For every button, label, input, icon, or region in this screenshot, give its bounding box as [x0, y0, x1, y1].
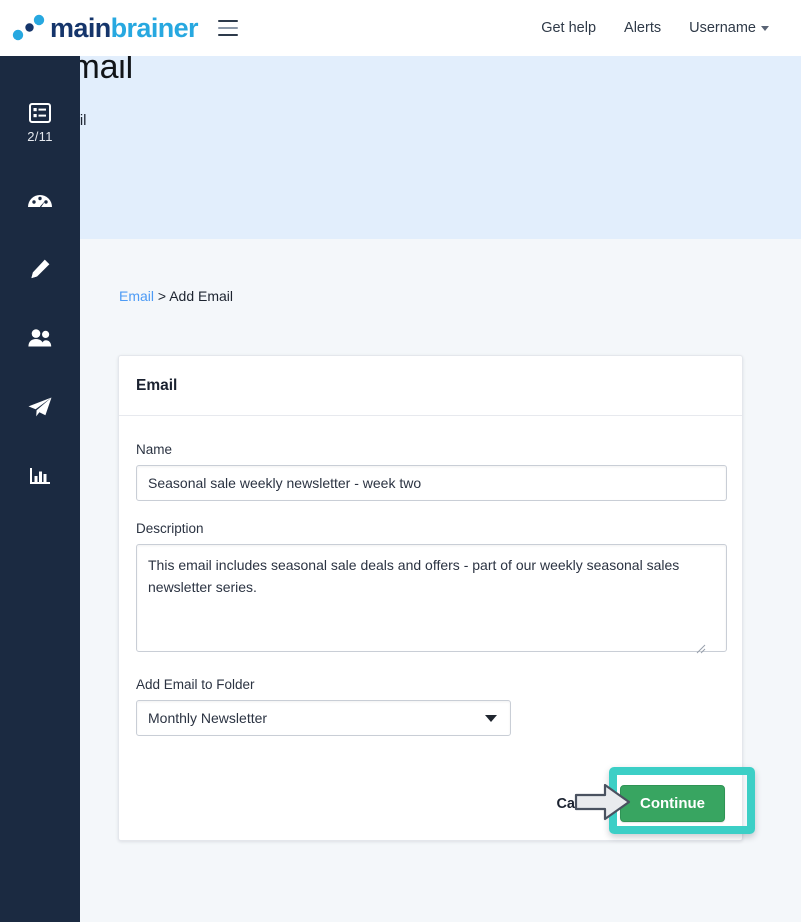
- username-menu-label: Username: [689, 20, 756, 36]
- folder-select-value: Monthly Newsletter: [148, 710, 267, 726]
- breadcrumb-separator-glyph: >: [158, 288, 166, 304]
- chevron-down-icon: [761, 26, 769, 31]
- hamburger-menu-icon[interactable]: [218, 20, 238, 36]
- name-input[interactable]: [136, 465, 727, 501]
- page-header-band: [80, 56, 782, 239]
- card-actions: Cancel Continue: [554, 785, 725, 822]
- cancel-button[interactable]: Cancel: [554, 788, 606, 820]
- pencil-icon: [27, 256, 53, 282]
- sidebar-item-audience[interactable]: [0, 325, 80, 351]
- folder-label: Add Email to Folder: [136, 677, 725, 692]
- breadcrumb: Email > Add Email: [119, 288, 233, 304]
- tasks-count: 2/11: [27, 129, 53, 144]
- hamburger-bar-2: [218, 27, 238, 29]
- continue-button[interactable]: Continue: [620, 785, 725, 822]
- card-header: Email: [119, 356, 742, 416]
- username-menu[interactable]: Username: [675, 14, 783, 42]
- card-body: Name Description This email includes sea…: [119, 416, 742, 736]
- brand-name-dark: main: [50, 13, 111, 43]
- checklist-icon: [27, 100, 53, 126]
- sidebar-item-campaigns[interactable]: [0, 394, 80, 420]
- three-dots-logo-icon: [11, 14, 47, 42]
- paper-plane-icon: [27, 394, 53, 420]
- get-help-link[interactable]: Get help: [527, 14, 610, 42]
- breadcrumb-current-label: Add Email: [169, 288, 233, 304]
- hamburger-bar-1: [218, 20, 238, 22]
- field-name: Name: [136, 442, 725, 501]
- folder-select[interactable]: Monthly Newsletter: [136, 700, 511, 736]
- sidebar-item-tasks[interactable]: 2/11: [0, 100, 80, 144]
- email-form-card: Email Name Description This email includ…: [118, 355, 743, 841]
- sidebar-item-create[interactable]: [0, 256, 80, 282]
- folder-select-wrapper: Monthly Newsletter: [136, 700, 511, 736]
- breadcrumb-link-email[interactable]: Email: [119, 288, 154, 304]
- page-header-band-edge: [782, 56, 801, 239]
- field-folder: Add Email to Folder Monthly Newsletter: [136, 677, 725, 736]
- top-navigation: Get help Alerts Username: [527, 14, 783, 42]
- brand-wordmark: mainbrainer: [50, 15, 198, 42]
- sidebar: 2/11: [0, 56, 80, 922]
- top-bar: mainbrainer Get help Alerts Username: [0, 0, 801, 56]
- field-description: Description This email includes seasonal…: [136, 521, 725, 657]
- users-icon: [27, 325, 53, 351]
- chevron-down-icon[interactable]: [485, 715, 497, 722]
- name-label: Name: [136, 442, 725, 457]
- bar-chart-icon: [27, 463, 53, 489]
- app-root: mainbrainer Get help Alerts Username: [0, 0, 801, 922]
- alerts-link[interactable]: Alerts: [610, 14, 675, 42]
- hamburger-bar-3: [218, 34, 238, 36]
- card-title: Email: [136, 377, 177, 395]
- dashboard-gauge-icon: [27, 187, 53, 213]
- description-label: Description: [136, 521, 725, 536]
- brand-name-light: brainer: [111, 13, 198, 43]
- description-textarea[interactable]: This email includes seasonal sale deals …: [136, 544, 727, 652]
- brand-logo[interactable]: mainbrainer: [11, 14, 198, 42]
- sidebar-item-dashboard[interactable]: [0, 187, 80, 213]
- sidebar-item-analytics[interactable]: [0, 463, 80, 489]
